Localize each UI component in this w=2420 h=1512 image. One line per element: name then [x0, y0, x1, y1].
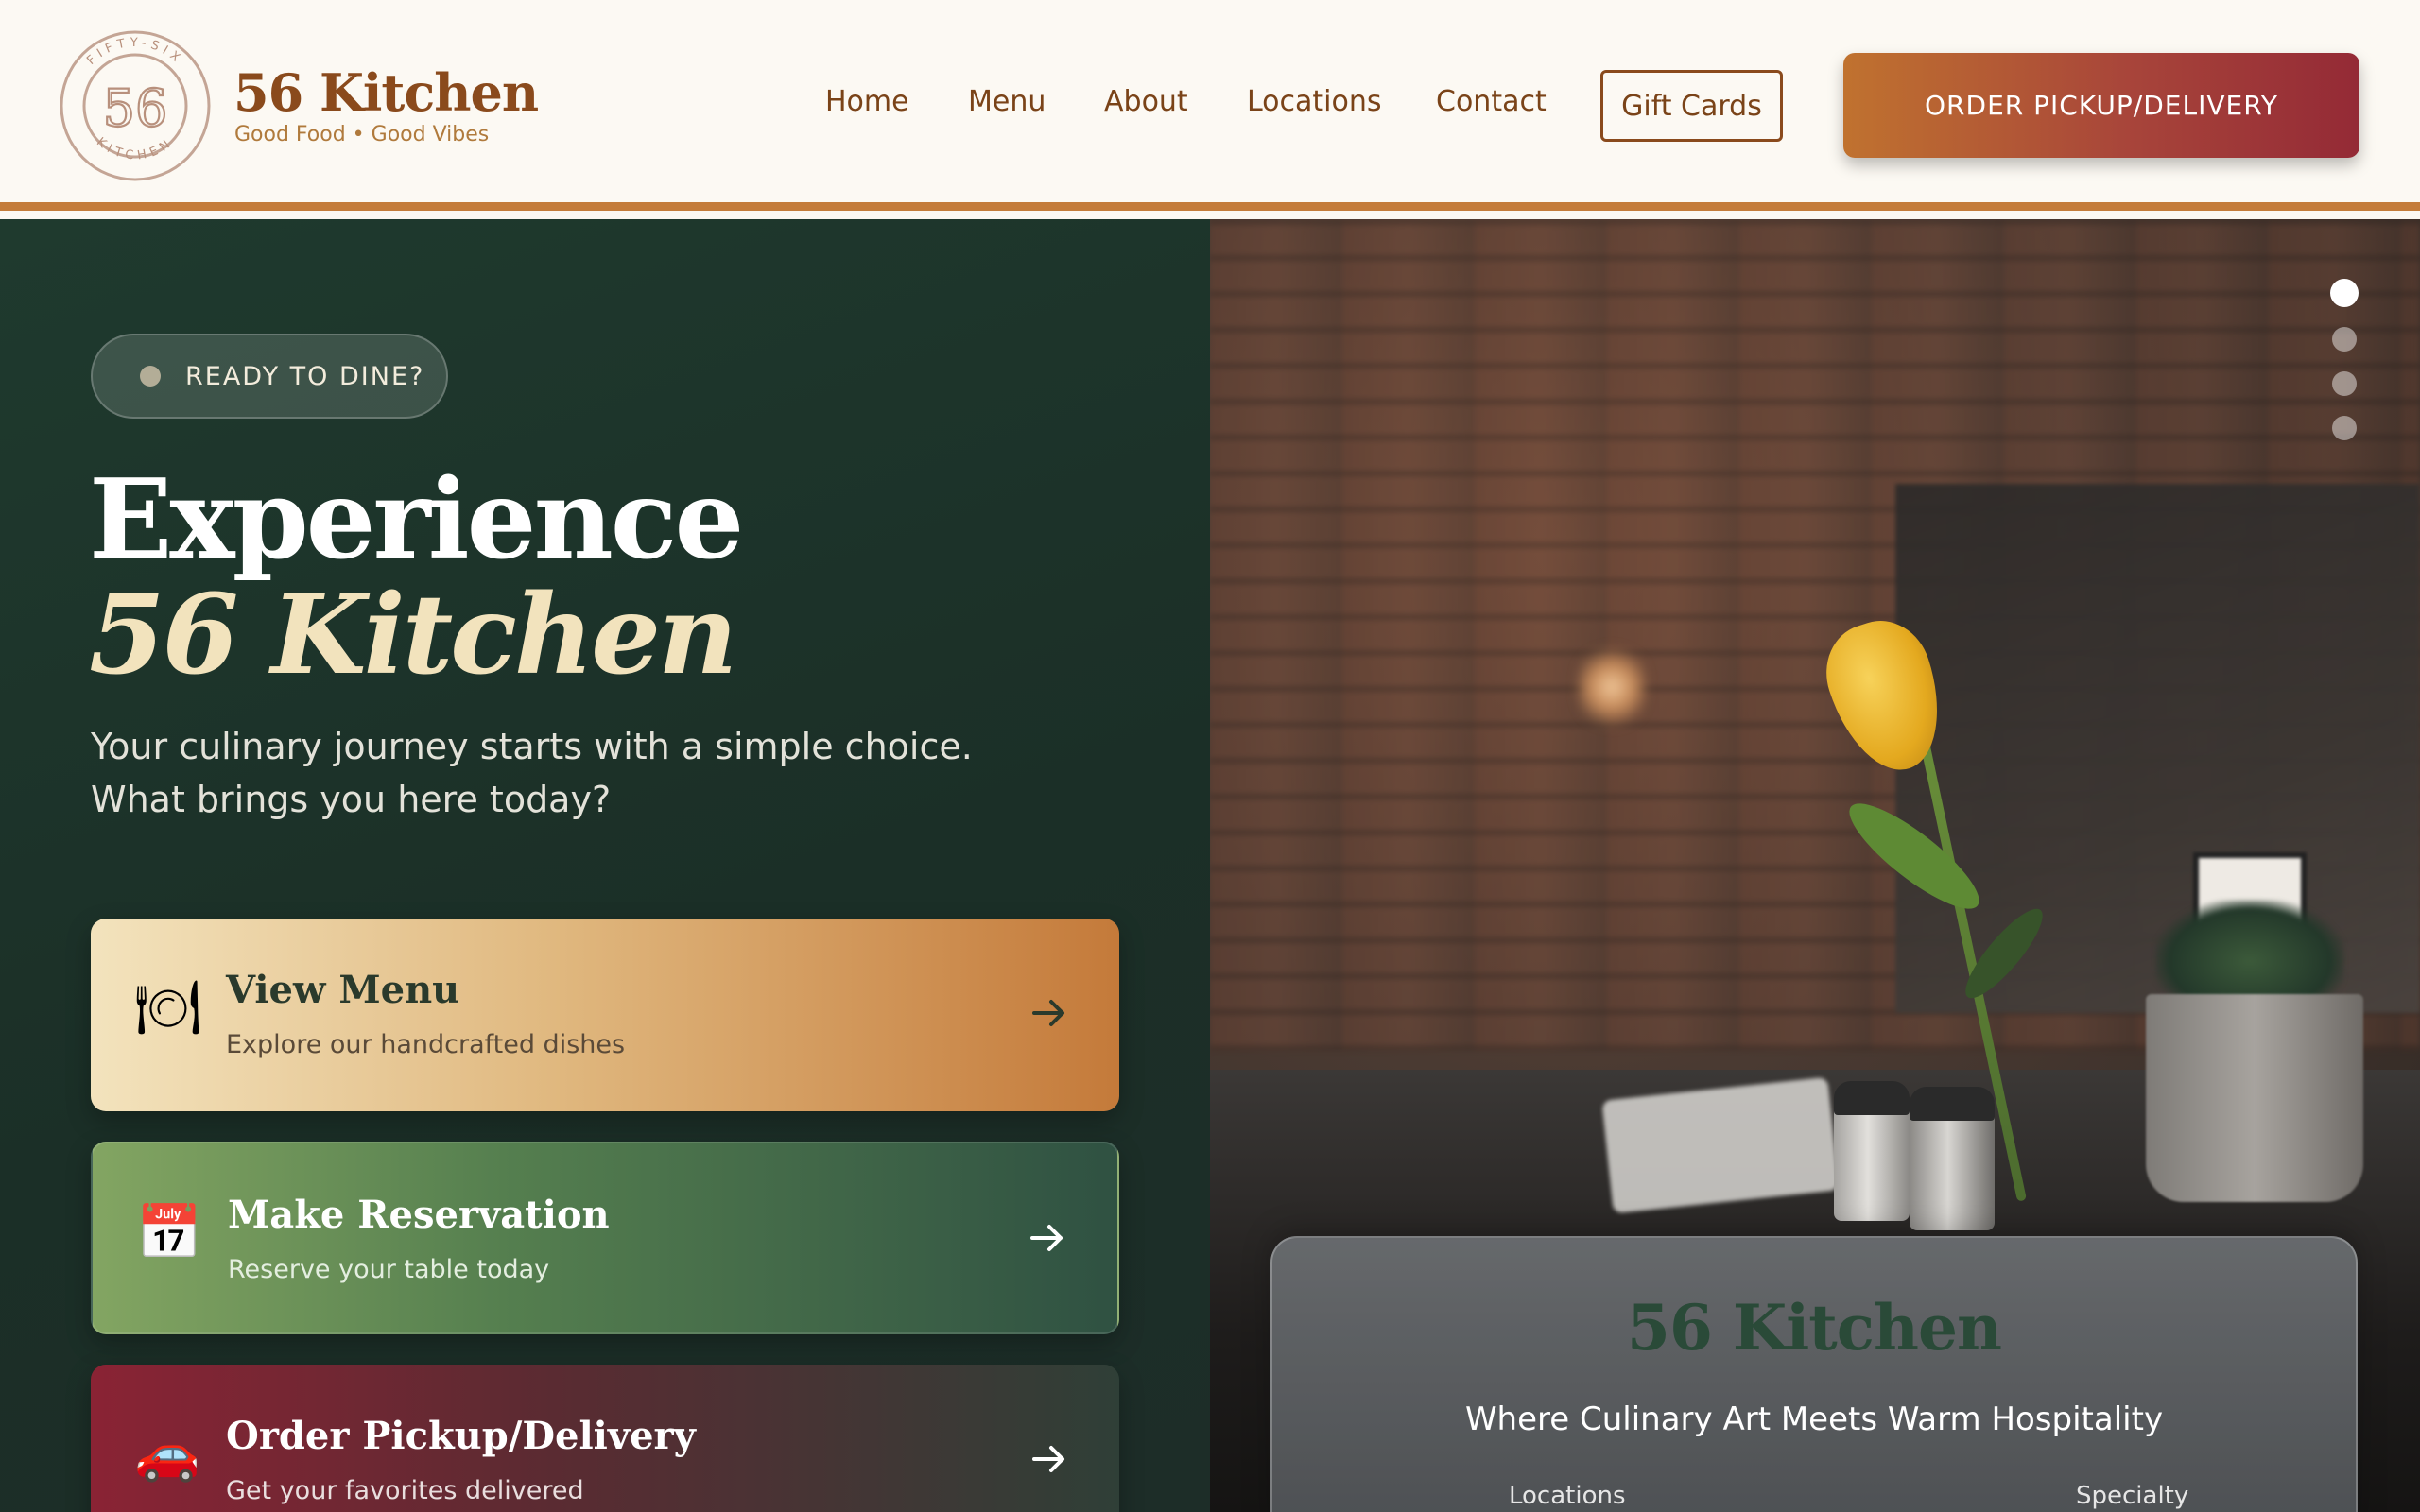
arrow-right-icon	[1030, 1225, 1063, 1251]
info-locations-label: Locations	[1509, 1482, 1626, 1510]
hero-photo: 56 Kitchen Where Culinary Art Meets Warm…	[1210, 219, 2420, 1512]
plate-icon: 🍽	[134, 977, 202, 1039]
status-dot-icon	[140, 366, 161, 387]
hero-subtitle-line1: Your culinary journey starts with a simp…	[91, 726, 973, 767]
carousel-dot-3[interactable]	[2332, 371, 2357, 396]
ready-badge: READY TO DINE?	[91, 334, 448, 419]
logo-ring-bottom: KITCHEN	[94, 135, 172, 163]
brand-name[interactable]: 56 Kitchen	[233, 62, 539, 123]
nav-menu[interactable]: Menu	[968, 85, 1046, 118]
order-pickup-delivery-button[interactable]: ORDER PICKUP/DELIVERY	[1843, 53, 2360, 158]
svg-text:KITCHEN: KITCHEN	[94, 135, 177, 163]
carousel-dot-1[interactable]	[2330, 279, 2359, 307]
arrow-right-icon	[1032, 1446, 1064, 1472]
logo-emblem[interactable]: FIFTY-SIX KITCHEN 56	[59, 29, 212, 182]
ready-badge-label: READY TO DINE?	[185, 361, 425, 391]
info-specialty-label: Specialty	[2076, 1482, 2189, 1510]
carousel-dot-2[interactable]	[2332, 327, 2357, 352]
carousel-dots	[2330, 279, 2360, 460]
site-header: FIFTY-SIX KITCHEN 56 56 Kitchen Good Foo…	[0, 0, 2420, 211]
make-reservation-card[interactable]: 📅 Make Reservation Reserve your table to…	[91, 1142, 1119, 1334]
hero-subtitle-line2: What brings you here today?	[91, 779, 612, 820]
car-icon: 🚗	[134, 1423, 200, 1485]
hero-subtitle: Your culinary journey starts with a simp…	[91, 720, 973, 826]
logo-monogram: 56	[103, 78, 168, 138]
nav-locations[interactable]: Locations	[1247, 85, 1382, 118]
nav-contact[interactable]: Contact	[1436, 85, 1547, 118]
carousel-dot-4[interactable]	[2332, 416, 2357, 440]
info-card-subtitle: Where Culinary Art Meets Warm Hospitalit…	[1464, 1400, 2164, 1438]
view-menu-card[interactable]: 🍽 View Menu Explore our handcrafted dish…	[91, 919, 1119, 1111]
hero-title-line1: Experience	[89, 455, 744, 584]
view-menu-subtitle: Explore our handcrafted dishes	[226, 1030, 626, 1059]
make-reservation-subtitle: Reserve your table today	[228, 1255, 550, 1284]
calendar-icon: 📅	[136, 1202, 202, 1263]
restaurant-info-card: 56 Kitchen Where Culinary Art Meets Warm…	[1270, 1236, 2358, 1512]
make-reservation-title: Make Reservation	[228, 1193, 610, 1237]
order-pickup-delivery-subtitle: Get your favorites delivered	[226, 1476, 584, 1505]
info-card-title: 56 Kitchen	[1627, 1291, 2002, 1365]
hero-panel: READY TO DINE? Experience 56 Kitchen You…	[0, 219, 1210, 1512]
wall-lamp	[1579, 644, 1645, 730]
gift-cards-button[interactable]: Gift Cards	[1600, 70, 1783, 142]
hero-title-line2: 56 Kitchen	[89, 571, 737, 699]
pepper-shaker-cap	[1910, 1087, 1995, 1121]
plant-pot	[2146, 994, 2363, 1202]
arrow-right-icon	[1032, 1000, 1064, 1026]
brand-tagline: Good Food • Good Vibes	[234, 123, 490, 146]
view-menu-title: View Menu	[226, 968, 460, 1012]
napkin	[1601, 1076, 1840, 1214]
order-pickup-delivery-card[interactable]: 🚗 Order Pickup/Delivery Get your favorit…	[91, 1365, 1119, 1512]
nav-home[interactable]: Home	[825, 85, 909, 118]
nav-about[interactable]: About	[1104, 85, 1188, 118]
order-pickup-delivery-title: Order Pickup/Delivery	[226, 1414, 696, 1458]
salt-shaker-cap	[1834, 1081, 1910, 1115]
